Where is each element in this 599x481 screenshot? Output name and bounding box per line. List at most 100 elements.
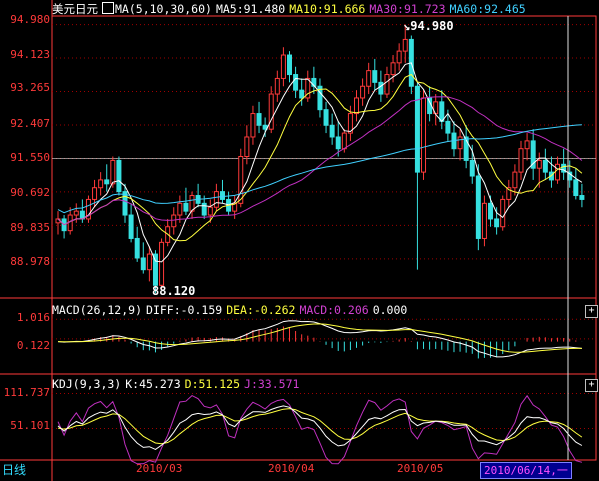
- candle-body-25: [207, 206, 213, 216]
- y-tick-main-3: 92.407: [10, 117, 50, 130]
- candle-body-46: [335, 136, 341, 150]
- candle-body-44: [323, 109, 329, 126]
- candle-body-71: [488, 202, 494, 220]
- candle-body-85: [573, 179, 579, 197]
- macd-value: MACD:0.206: [299, 303, 369, 317]
- high-value: 94.980: [410, 19, 454, 33]
- candle-body-32: [250, 113, 256, 138]
- tab-daily[interactable]: 日线: [0, 461, 52, 479]
- y-tick-kdj-1: 51.101: [10, 419, 50, 432]
- candle-body-24: [201, 202, 207, 216]
- candle-body-12: [128, 214, 134, 239]
- y-tick-main-7: 88.978: [10, 255, 50, 268]
- macd-diff: DIFF:-0.159: [146, 303, 223, 317]
- kdj-header: KDJ(9,3,3) K:45.273 D:51.125 J:33.571: [52, 377, 303, 391]
- candle-body-73: [500, 198, 506, 228]
- candle-body-20: [177, 202, 183, 216]
- kdj-d: D:51.125: [184, 377, 241, 391]
- candle-body-19: [171, 214, 177, 228]
- candle-body-79: [536, 159, 542, 169]
- candle-body-69: [475, 175, 481, 239]
- candle-body-55: [390, 62, 396, 76]
- y-tick-macd-0: 1.016: [16, 311, 50, 324]
- y-tick-main-4: 91.550: [10, 151, 50, 164]
- y-tick-main-5: 90.692: [10, 186, 50, 199]
- candle-body-27: [219, 191, 225, 200]
- kdj-k: K:45.273: [125, 377, 181, 391]
- kdj-expand-button[interactable]: +: [585, 379, 598, 392]
- candle-body-39: [293, 74, 299, 91]
- candle-body-82: [555, 163, 561, 181]
- low-annotation: 88.120: [152, 284, 195, 298]
- candle-body-68: [469, 159, 475, 177]
- y-tick-kdj-0: 111.737: [3, 386, 50, 399]
- candle-body-51: [366, 70, 372, 87]
- macd-dea-line: [57, 323, 582, 353]
- macd-dea: DEA:-0.262: [226, 303, 296, 317]
- candle-body-75: [512, 171, 518, 189]
- cursor-date-label: 2010/06/14,一: [480, 462, 572, 479]
- x-tick-2: 2010/05: [397, 462, 444, 475]
- candle-body-47: [341, 132, 347, 150]
- kdj-j: J:33.571: [244, 377, 300, 391]
- candle-body-36: [274, 77, 280, 95]
- y-tick-macd-1: 0.122: [16, 339, 50, 352]
- ma5-value: MA5:91.480: [215, 2, 286, 16]
- candle-body-64: [445, 120, 451, 134]
- ma10-value: MA10:91.666: [289, 2, 366, 16]
- ma-label: MA(5,10,30,60): [115, 2, 212, 16]
- y-tick-main-1: 94.123: [10, 48, 50, 61]
- x-tick-0: 2010/03: [136, 462, 183, 475]
- ma5-line: [57, 62, 583, 263]
- ma60-value: MA60:92.465: [449, 2, 526, 16]
- candle-body-56: [396, 50, 402, 64]
- candle-body-35: [268, 93, 274, 130]
- candle-body-63: [439, 101, 445, 122]
- candle-body-3: [73, 210, 79, 216]
- y-tick-main-6: 89.835: [10, 221, 50, 234]
- ma-legend-icon: [102, 2, 114, 14]
- price-chart: [0, 0, 597, 481]
- kdj-name: KDJ(9,3,3): [52, 377, 122, 391]
- macd-extra: 0.000: [372, 303, 408, 317]
- main-header: 美元日元 MA(5,10,30,60) MA5:91.480 MA10:91.666 M…: [52, 2, 530, 16]
- candle-body-38: [286, 54, 292, 76]
- ma30-value: MA30:91.723: [369, 2, 446, 16]
- candle-body-72: [494, 218, 500, 228]
- candle-body-50: [360, 85, 366, 99]
- candle-body-33: [256, 113, 262, 126]
- macd-expand-button[interactable]: +: [585, 305, 598, 318]
- candle-body-14: [140, 257, 146, 271]
- y-tick-main-0: 94.980: [10, 13, 50, 26]
- x-tick-1: 2010/04: [268, 462, 315, 475]
- candle-body-10: [116, 159, 122, 193]
- y-tick-main-2: 93.265: [10, 81, 50, 94]
- candle-body-17: [159, 241, 165, 286]
- candle-body-7: [98, 179, 104, 189]
- candle-body-6: [92, 187, 98, 200]
- candle-body-13: [134, 237, 140, 259]
- macd-name: MACD(26,12,9): [52, 303, 143, 317]
- candle-body-60: [421, 97, 427, 173]
- candle-body-15: [146, 253, 152, 271]
- candle-body-40: [299, 89, 305, 99]
- candle-body-31: [244, 136, 250, 158]
- candle-body-80: [542, 159, 548, 173]
- candle-body-45: [329, 124, 335, 138]
- kdj-d-line: [57, 408, 583, 445]
- high-annotation: ↘94.980: [403, 19, 454, 33]
- candle-body-49: [354, 97, 360, 115]
- candle-body-21: [183, 202, 189, 212]
- candle-body-77: [524, 140, 530, 150]
- low-value: 88.120: [152, 284, 196, 298]
- candle-body-54: [384, 74, 390, 95]
- candle-body-52: [372, 70, 378, 83]
- candle-body-70: [481, 202, 487, 239]
- candle-body-26: [213, 191, 219, 208]
- candle-body-37: [280, 54, 286, 79]
- candle-body-76: [518, 148, 524, 173]
- candle-body-57: [402, 38, 408, 52]
- candle-body-53: [378, 81, 384, 95]
- macd-header: MACD(26,12,9) DIFF:-0.159 DEA:-0.262 MACD:0…: [52, 303, 411, 317]
- candle-body-66: [457, 136, 463, 150]
